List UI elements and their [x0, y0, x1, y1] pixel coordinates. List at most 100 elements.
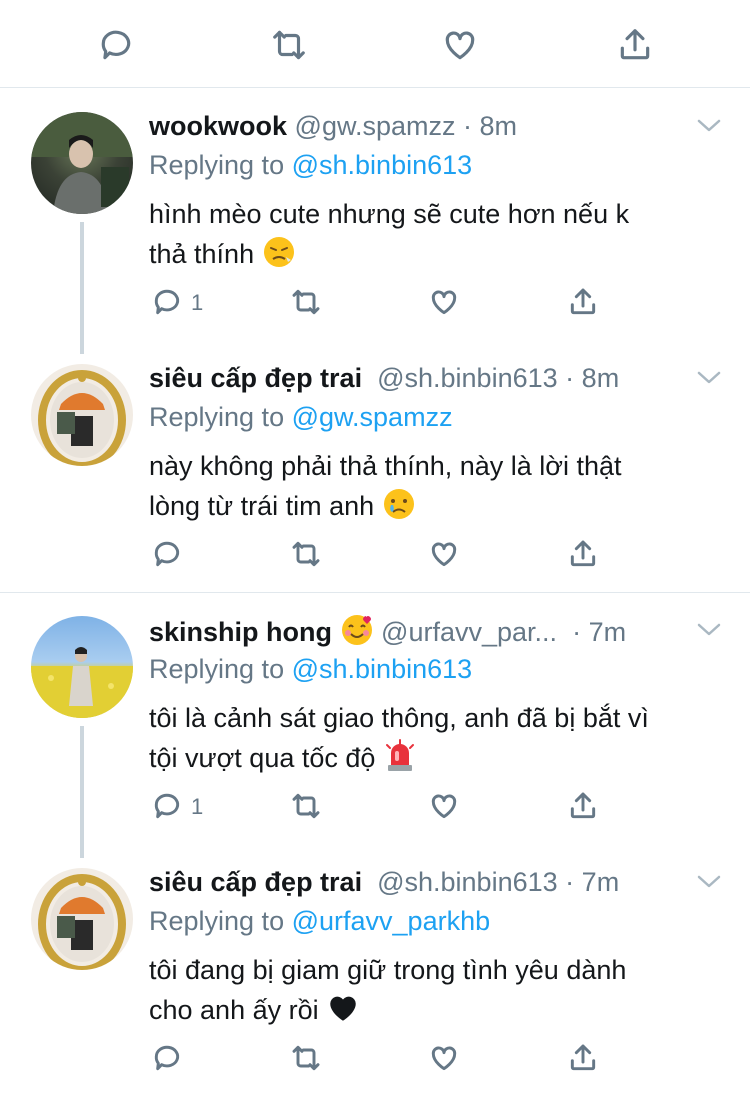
share-icon — [570, 288, 596, 315]
like-button[interactable] — [428, 538, 460, 578]
like-button[interactable] — [428, 1042, 460, 1082]
retweet-icon — [292, 541, 320, 567]
retweet-icon — [292, 793, 320, 819]
like-icon — [431, 542, 457, 567]
avatar[interactable] — [31, 364, 133, 466]
display-name[interactable]: wookwook — [149, 111, 287, 141]
divider — [0, 592, 750, 593]
police-light-emoji — [383, 739, 417, 784]
handle[interactable]: @sh.binbin613 — [377, 363, 558, 393]
tweet-header: siêu cấp đẹp trai @sh.binbin613 · 8m — [149, 361, 619, 395]
replying-to: Replying to @urfavv_parkhb — [149, 904, 490, 938]
timestamp[interactable]: 8m — [480, 111, 518, 141]
tweet-text: hình mèo cute nhưng sẽ cute hơn nếu k th… — [149, 194, 719, 280]
timestamp[interactable]: 7m — [582, 867, 620, 897]
reply-icon[interactable] — [97, 26, 137, 62]
smiling-face-with-hearts-emoji — [340, 613, 374, 655]
separator-dot: · — [565, 867, 575, 897]
separator-dot: · — [463, 111, 473, 141]
handle[interactable]: @gw.spamzz — [295, 111, 456, 141]
like-icon — [431, 1046, 457, 1071]
replying-to-link[interactable]: @sh.binbin613 — [292, 654, 473, 684]
reply-button[interactable] — [151, 1042, 183, 1082]
retweet-button[interactable] — [290, 538, 322, 578]
replying-to: Replying to @gw.spamzz — [149, 400, 453, 434]
tweet-header: siêu cấp đẹp trai @sh.binbin613 · 7m — [149, 865, 619, 899]
display-name[interactable]: skinship hong — [149, 617, 332, 647]
like-button[interactable] — [428, 790, 460, 830]
persevering-face-emoji — [262, 235, 296, 280]
like-icon[interactable] — [441, 26, 481, 62]
reply-button[interactable]: 1 — [151, 790, 203, 830]
handle[interactable]: @urfavv_par... — [381, 617, 557, 647]
tweet-actions: 1 — [149, 790, 609, 830]
share-icon — [570, 540, 596, 567]
top-action-bar — [0, 0, 750, 88]
tweet-text-line: tôi đang bị giam giữ trong tình yêu dành — [149, 955, 627, 985]
chevron-down-icon[interactable] — [696, 619, 722, 639]
share-icon — [570, 792, 596, 819]
avatar[interactable] — [31, 868, 133, 970]
tweet-text-line: tôi là cảnh sát giao thông, anh đã bị bắ… — [149, 703, 649, 733]
reply-icon — [154, 793, 180, 819]
tweet-actions: 1 — [149, 286, 609, 326]
avatar[interactable] — [31, 112, 133, 214]
display-name[interactable]: siêu cấp đẹp trai — [149, 363, 362, 393]
replying-to: Replying to @sh.binbin613 — [149, 652, 472, 686]
replying-to-link[interactable]: @urfavv_parkhb — [292, 906, 491, 936]
reply-button[interactable]: 1 — [151, 286, 203, 326]
retweet-icon[interactable] — [270, 26, 310, 62]
tweet-actions — [149, 1042, 609, 1082]
reply-icon — [154, 1045, 180, 1071]
share-icon — [570, 1044, 596, 1071]
timestamp[interactable]: 8m — [582, 363, 620, 393]
tweet-text-line: cho anh ấy rồi — [149, 995, 319, 1025]
retweet-icon — [292, 1045, 320, 1071]
share-button[interactable] — [567, 538, 599, 578]
reply-icon — [154, 289, 180, 315]
replying-label: Replying to — [149, 402, 285, 432]
replying-to-link[interactable]: @gw.spamzz — [292, 402, 453, 432]
replying-label: Replying to — [149, 906, 285, 936]
avatar[interactable] — [31, 616, 133, 718]
separator-dot: · — [572, 617, 582, 647]
tweet-actions — [149, 538, 609, 578]
retweet-icon — [292, 289, 320, 315]
like-icon — [431, 794, 457, 819]
tweet-header: wookwook @gw.spamzz · 8m — [149, 109, 517, 143]
replying-to-link[interactable]: @sh.binbin613 — [292, 150, 473, 180]
replying-label: Replying to — [149, 150, 285, 180]
like-button[interactable] — [428, 286, 460, 326]
timestamp[interactable]: 7m — [589, 617, 627, 647]
retweet-button[interactable] — [290, 286, 322, 326]
chevron-down-icon[interactable] — [696, 367, 722, 387]
share-icon[interactable] — [616, 26, 656, 62]
reply-count: 1 — [191, 290, 204, 315]
tweet-text: tôi là cảnh sát giao thông, anh đã bị bắ… — [149, 698, 719, 784]
chevron-down-icon[interactable] — [696, 871, 722, 891]
replying-label: Replying to — [149, 654, 285, 684]
tweet-text: này không phải thả thính, này là lời thậ… — [149, 446, 719, 532]
like-icon — [431, 290, 457, 315]
handle[interactable]: @sh.binbin613 — [377, 867, 558, 897]
thread-line — [80, 222, 84, 354]
tweet-text-line: tội vượt qua tốc độ — [149, 743, 376, 773]
reply-count: 1 — [191, 794, 204, 819]
black-heart-emoji — [326, 991, 360, 1036]
share-button[interactable] — [567, 790, 599, 830]
tweet-text-line: này không phải thả thính, này là lời thậ… — [149, 451, 622, 481]
reply-button[interactable] — [151, 538, 183, 578]
separator-dot: · — [565, 363, 575, 393]
tweet-text-line: hình mèo cute nhưng sẽ cute hơn nếu k — [149, 199, 630, 229]
chevron-down-icon[interactable] — [696, 115, 722, 135]
share-button[interactable] — [567, 286, 599, 326]
display-name[interactable]: siêu cấp đẹp trai — [149, 867, 362, 897]
tweet-text-line: lòng từ trái tim anh — [149, 491, 375, 521]
tweet-text: tôi đang bị giam giữ trong tình yêu dành… — [149, 950, 719, 1036]
tweet-text-line: thả thính — [149, 239, 255, 269]
retweet-button[interactable] — [290, 790, 322, 830]
thread-line — [80, 726, 84, 858]
tweet-header: skinship hong @urfavv_par... · 7m — [149, 613, 626, 647]
retweet-button[interactable] — [290, 1042, 322, 1082]
share-button[interactable] — [567, 1042, 599, 1082]
